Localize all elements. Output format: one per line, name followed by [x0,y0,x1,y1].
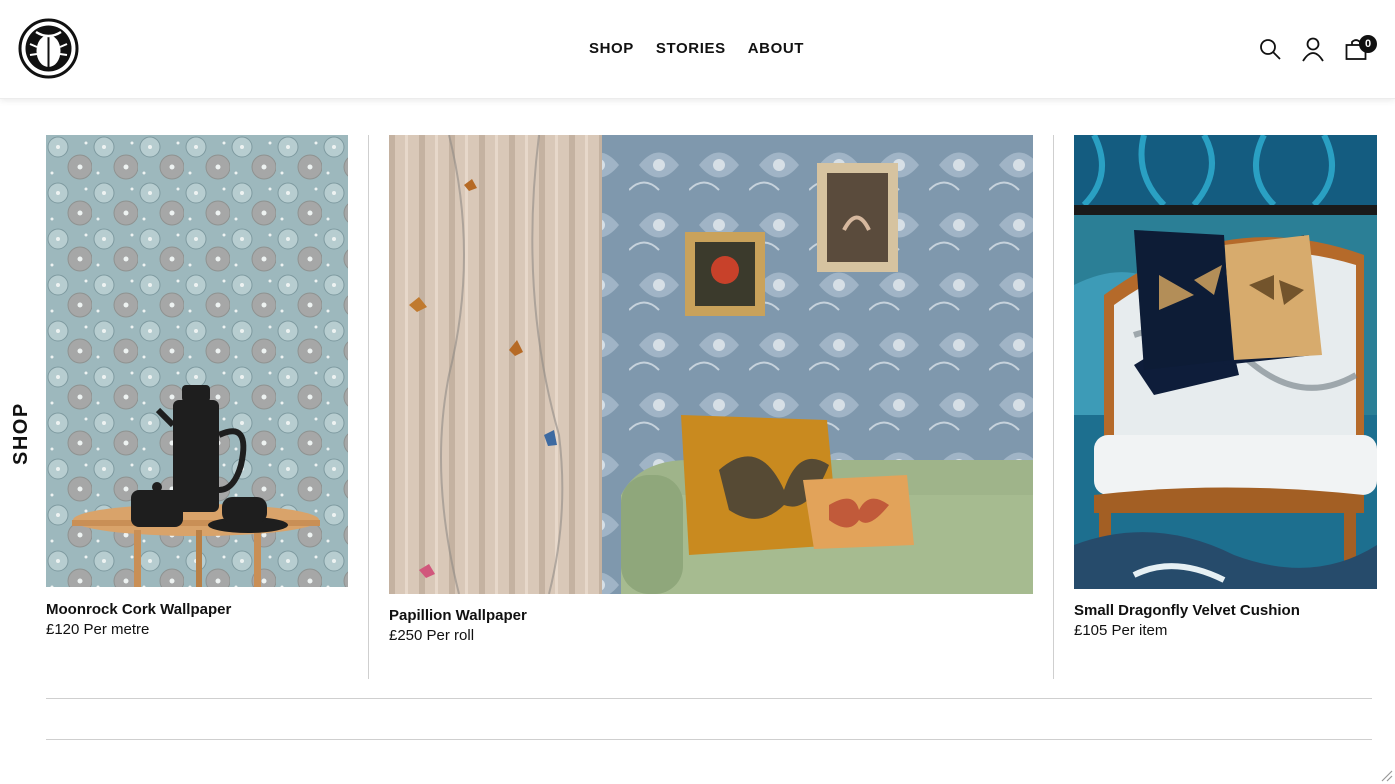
brand-logo[interactable] [18,18,79,79]
product-card[interactable]: Papillion Wallpaper £250 Per roll [389,135,1033,655]
product-price: £120 Per metre [46,621,150,638]
product-price: £105 Per item [1074,622,1168,639]
user-icon [1302,37,1324,62]
product-title[interactable]: Moonrock Cork Wallpaper [46,601,231,618]
beetle-logo-icon [18,18,79,79]
resize-handle-icon[interactable] [1379,768,1393,782]
nav-stories[interactable]: STORIES [656,40,726,57]
section-divider [46,739,1372,740]
nav-about[interactable]: ABOUT [748,40,804,57]
cart-count-badge: 0 [1359,35,1377,53]
site-header: SHOP STORIES ABOUT 0 [0,0,1395,99]
product-image[interactable] [46,135,348,587]
search-icon [1260,39,1281,60]
nav-shop[interactable]: SHOP [589,40,634,57]
search-button[interactable] [1255,34,1285,64]
column-divider [368,135,369,679]
section-side-label: SHOP [10,402,32,465]
column-divider [1053,135,1054,679]
header-actions: 0 [1255,34,1395,66]
product-image[interactable] [389,135,1033,594]
product-price: £250 Per roll [389,627,475,644]
main-nav: SHOP STORIES ABOUT [578,40,815,57]
product-image[interactable] [1074,135,1377,589]
product-title[interactable]: Papillion Wallpaper [389,607,527,624]
product-card[interactable]: Small Dragonfly Velvet Cushion £105 Per … [1074,135,1377,645]
product-card[interactable]: Moonrock Cork Wallpaper £120 Per metre [46,135,348,645]
section-divider [46,698,1372,699]
product-title[interactable]: Small Dragonfly Velvet Cushion [1074,602,1300,619]
account-button[interactable] [1298,34,1328,64]
